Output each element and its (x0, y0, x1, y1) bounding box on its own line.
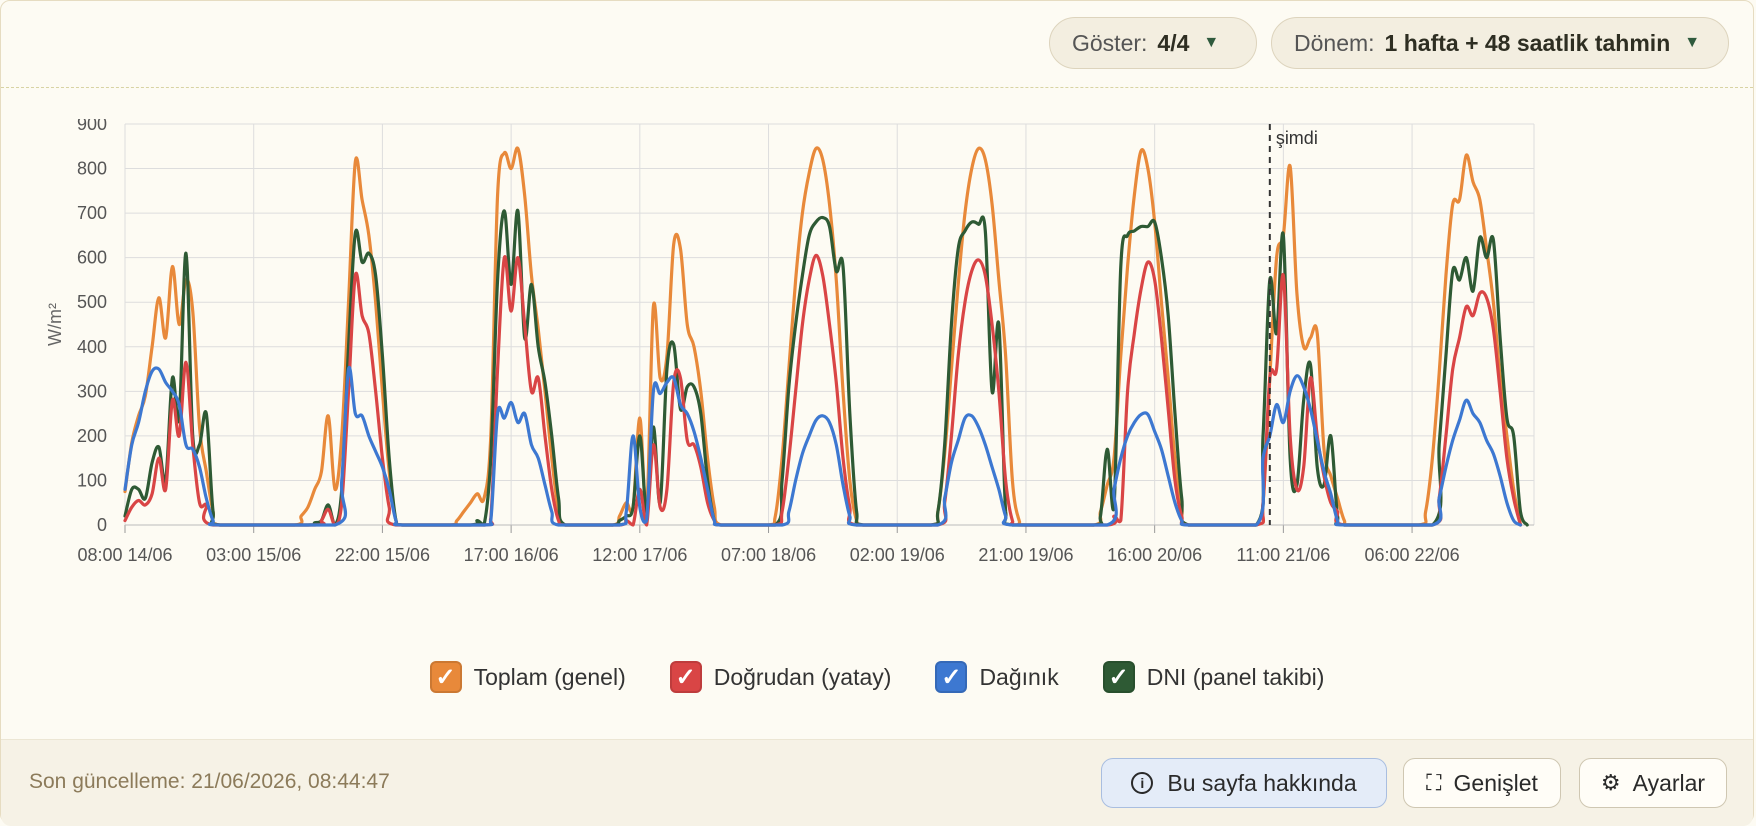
legend-item-dni[interactable]: ✓ DNI (panel takibi) (1102, 657, 1325, 697)
x-tick-label: 06:00 22/06 (1365, 545, 1460, 565)
y-tick-label: 600 (77, 248, 107, 268)
y-tick-label: 500 (77, 292, 107, 312)
chart-legend: ✓ Toplam (genel) ✓ Doğrudan (yatay) ✓ Da… (1, 657, 1753, 697)
legend-label: Toplam (genel) (473, 663, 626, 690)
last-updated: Son güncelleme: 21/06/2026, 08:44:47 (29, 770, 390, 793)
x-tick-label: 03:00 15/06 (206, 545, 301, 565)
checkbox-icon[interactable]: ✓ (669, 661, 702, 693)
legend-item-dogrudan[interactable]: ✓ Doğrudan (yatay) (669, 657, 892, 697)
y-tick-label: 100 (77, 470, 107, 490)
gear-icon: ⚙ (1600, 770, 1621, 795)
expand-icon: ⛶ (1426, 770, 1442, 795)
y-tick-label: 0 (97, 515, 107, 535)
show-label: Göster: (1072, 29, 1148, 56)
irradiance-chart: 0 100 200 300 400 500 600 700 800 900 08:00 14/06 0… (45, 119, 1535, 565)
x-tick-label: 02:00 19/06 (850, 545, 945, 565)
y-tick-label: 300 (77, 381, 107, 401)
y-axis-label: W/m² (45, 303, 65, 346)
now-marker-label: şimdi (1276, 128, 1318, 148)
y-tick-label: 400 (77, 337, 107, 357)
period-dropdown[interactable]: Dönem: 1 hafta + 48 saatlik tahmin ▼ (1271, 17, 1729, 69)
x-tick-label: 16:00 20/06 (1107, 545, 1202, 565)
settings-label: Ayarlar (1632, 769, 1706, 796)
y-tick-label: 700 (77, 203, 107, 223)
x-tick-label: 22:00 15/06 (335, 545, 430, 565)
legend-label: Dağınık (979, 663, 1059, 690)
caret-down-icon: ▼ (1684, 34, 1701, 51)
info-icon: i (1131, 772, 1154, 794)
expand-button[interactable]: ⛶ Genişlet (1403, 758, 1561, 808)
y-tick-label: 800 (77, 159, 107, 179)
series-toplam-line (123, 146, 1523, 527)
x-tick-label: 17:00 16/06 (464, 545, 559, 565)
legend-label: DNI (panel takibi) (1146, 663, 1325, 690)
expand-label: Genişlet (1453, 769, 1538, 796)
chart-card: Göster: 4/4 ▼ Dönem: 1 hafta + 48 saatli… (0, 0, 1754, 826)
x-tick-label: 11:00 21/06 (1236, 545, 1330, 565)
about-label: Bu sayfa hakkında (1167, 769, 1357, 796)
show-value: 4/4 (1157, 29, 1190, 56)
legend-item-daginik[interactable]: ✓ Dağınık (935, 657, 1059, 697)
settings-button[interactable]: ⚙ Ayarlar (1579, 758, 1727, 808)
period-value: 1 hafta + 48 saatlik tahmin (1384, 29, 1671, 56)
x-tick-label: 07:00 18/06 (721, 545, 816, 565)
x-tick-label: 12:00 17/06 (592, 545, 687, 565)
legend-item-toplam[interactable]: ✓ Toplam (genel) (429, 657, 626, 697)
y-tick-label: 200 (77, 426, 107, 446)
chart-toolbar: Göster: 4/4 ▼ Dönem: 1 hafta + 48 saatli… (1, 1, 1753, 88)
x-tick-label: 21:00 19/06 (978, 545, 1073, 565)
y-tick-label: 900 (77, 119, 107, 134)
caret-down-icon: ▼ (1203, 34, 1220, 51)
about-page-button[interactable]: i Bu sayfa hakkında (1101, 758, 1387, 808)
show-series-dropdown[interactable]: Göster: 4/4 ▼ (1049, 17, 1257, 69)
checkbox-icon[interactable]: ✓ (935, 661, 968, 693)
checkbox-icon[interactable]: ✓ (429, 661, 462, 693)
period-label: Dönem: (1294, 29, 1375, 56)
footer-bar: Son güncelleme: 21/06/2026, 08:44:47 i B… (1, 739, 1753, 826)
legend-label: Doğrudan (yatay) (713, 663, 892, 690)
checkbox-icon[interactable]: ✓ (1102, 661, 1135, 693)
x-tick-label: 08:00 14/06 (77, 545, 172, 565)
